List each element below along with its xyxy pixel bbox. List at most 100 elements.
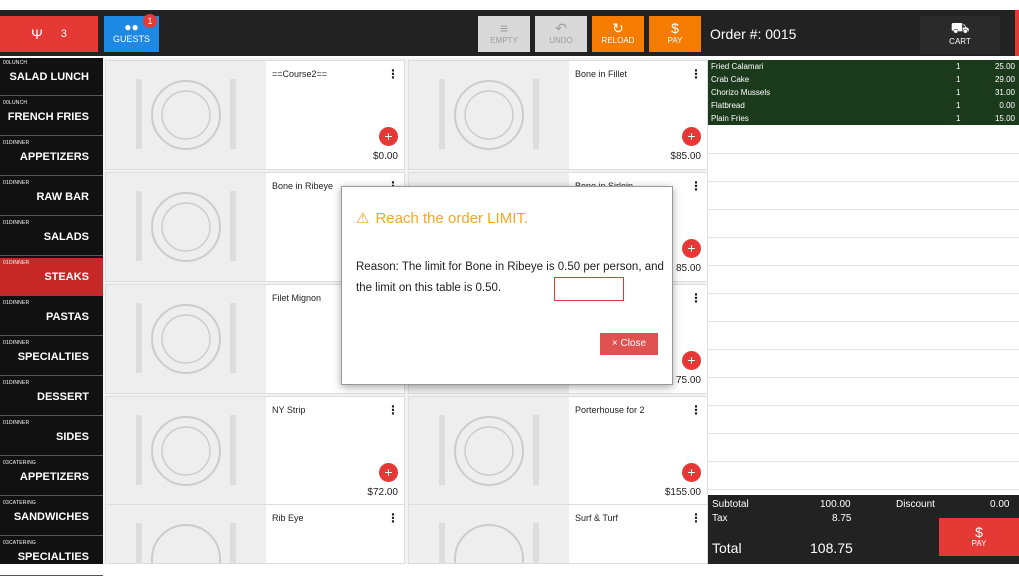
menu-tile[interactable]: Porterhouse for 2 ⋮ + $155.00 — [408, 396, 708, 506]
empty-row-divider — [708, 153, 1019, 154]
undo-icon: ↶ — [555, 20, 567, 36]
empty-row-divider — [708, 265, 1019, 266]
more-options-icon[interactable]: ⋮ — [690, 291, 702, 305]
menu-tile[interactable]: Bone in Fillet ⋮ + $85.00 — [408, 60, 708, 170]
category-group: 01DINNER — [3, 380, 30, 386]
empty-row-divider — [708, 293, 1019, 294]
empty-row-divider — [708, 405, 1019, 406]
more-options-icon[interactable]: ⋮ — [387, 511, 399, 525]
plate-placeholder-icon — [409, 397, 569, 505]
menu-item-name: Porterhouse for 2 — [575, 405, 645, 415]
order-line[interactable]: Crab Cake 1 29.00 — [708, 73, 1019, 86]
plate-placeholder-icon — [106, 505, 266, 576]
category-group: 01DINNER — [3, 140, 30, 146]
more-options-icon[interactable]: ⋮ — [690, 67, 702, 81]
order-line-price: 25.00 — [994, 62, 1015, 71]
order-line-qty: 1 — [956, 75, 961, 84]
order-line[interactable]: Plain Fries 1 15.00 — [708, 112, 1019, 125]
sidebar-item-salad-lunch[interactable]: 00LUNCH SALAD LUNCH — [0, 58, 103, 96]
category-group: 01DINNER — [3, 180, 30, 186]
discount-label: Discount — [896, 499, 935, 510]
menu-tile[interactable]: NY Strip ⋮ + $72.00 — [105, 396, 405, 506]
reload-button[interactable]: ↻ RELOAD — [592, 16, 644, 52]
order-line-qty: 1 — [956, 62, 961, 71]
top-pay-label: PAY — [667, 36, 683, 45]
top-bar: Ψ 3 ●● GUESTS 1 ≡ EMPTY ↶ UNDO ↻ RELOAD … — [0, 0, 1019, 58]
more-options-icon[interactable]: ⋮ — [387, 403, 399, 417]
reload-label: RELOAD — [601, 36, 635, 45]
sidebar-item-sandwiches[interactable]: 03CATERING SANDWICHES — [0, 498, 103, 536]
add-item-button[interactable]: + — [682, 239, 701, 258]
empty-button[interactable]: ≡ EMPTY — [478, 16, 530, 52]
sidebar-item-catering-appetizers[interactable]: 03CATERING APPETIZERS — [0, 458, 103, 496]
more-options-icon[interactable]: ⋮ — [690, 511, 702, 525]
sidebar-item-specialties[interactable]: 01DINNER SPECIALTIES — [0, 338, 103, 376]
empty-row-divider — [708, 321, 1019, 322]
add-item-button[interactable]: + — [682, 463, 701, 482]
sidebar-item-salads[interactable]: 01DINNER SALADS — [0, 218, 103, 256]
cart-button[interactable]: ⛟ CART — [920, 16, 1000, 54]
sidebar-item-dessert[interactable]: 01DINNER DESSERT — [0, 378, 103, 416]
order-line[interactable]: Flatbread 1 0.00 — [708, 99, 1019, 112]
order-line-name: Flatbread — [711, 101, 745, 110]
category-label: APPETIZERS — [19, 151, 89, 163]
order-header: Order #: 0015 ⛟ CART — [708, 10, 1019, 56]
warning-icon: ⚠ — [356, 210, 370, 227]
empty-row-divider — [708, 489, 1019, 490]
course-count-button[interactable]: Ψ 3 — [0, 16, 98, 52]
close-button[interactable]: × Close — [600, 333, 658, 355]
order-line-price: 0.00 — [999, 101, 1015, 110]
sidebar-item-pastas[interactable]: 01DINNER PASTAS — [0, 298, 103, 336]
top-pay-button[interactable]: $ PAY — [649, 16, 701, 52]
red-edge-strip — [1015, 10, 1019, 56]
add-item-button[interactable]: + — [379, 463, 398, 482]
menu-tile[interactable]: Rib Eye ⋮ — [105, 504, 405, 576]
empty-label: EMPTY — [490, 36, 518, 45]
plate-placeholder-icon — [106, 61, 266, 169]
empty-row-divider — [708, 349, 1019, 350]
menu-item-name: Bone in Ribeye — [272, 181, 334, 191]
plate-placeholder-icon — [106, 285, 266, 393]
more-options-icon[interactable]: ⋮ — [690, 403, 702, 417]
category-label: FRENCH FRIES — [7, 111, 89, 123]
add-item-button[interactable]: + — [682, 127, 701, 146]
category-group: 01DINNER — [3, 340, 30, 346]
category-group: 01DINNER — [3, 300, 30, 306]
order-line-name: Fried Calamari — [711, 62, 764, 71]
order-line-name: Plain Fries — [711, 114, 749, 123]
empty-row-divider — [708, 433, 1019, 434]
empty-row-divider — [708, 209, 1019, 210]
menu-tile[interactable]: Surf & Turf ⋮ — [408, 504, 708, 576]
fork-knife-icon: Ψ — [31, 26, 43, 42]
subtotal-value: 100.00 — [820, 499, 851, 510]
pay-label: PAY — [971, 539, 987, 548]
empty-row-divider — [708, 237, 1019, 238]
total-label: Total — [712, 540, 742, 556]
undo-button[interactable]: ↶ UNDO — [535, 16, 587, 52]
menu-tile[interactable]: ==Course2== ⋮ + $0.00 — [105, 60, 405, 170]
sidebar-item-sides[interactable]: 01DINNER SIDES — [0, 418, 103, 456]
empty-icon: ≡ — [499, 20, 509, 36]
guests-label: GUESTS — [112, 34, 150, 44]
sidebar-item-french-fries[interactable]: 00LUNCH FRENCH FRIES — [0, 98, 103, 136]
add-item-button[interactable]: + — [682, 351, 701, 370]
menu-item-price: $0.00 — [372, 151, 398, 162]
more-options-icon[interactable]: ⋮ — [690, 179, 702, 193]
sidebar-item-raw-bar[interactable]: 01DINNER RAW BAR — [0, 178, 103, 216]
category-label: SANDWICHES — [13, 511, 89, 523]
category-label: SPECIALTIES — [17, 351, 89, 363]
order-line[interactable]: Chorizo Mussels 1 31.00 — [708, 86, 1019, 99]
sidebar-item-steaks[interactable]: 01DINNER STEAKS — [0, 258, 103, 296]
add-item-button[interactable]: + — [379, 127, 398, 146]
category-group: 01DINNER — [3, 420, 30, 426]
order-line-qty: 1 — [956, 88, 961, 97]
order-panel: Fried Calamari 1 25.00 Crab Cake 1 29.00 Cho… — [708, 58, 1019, 564]
order-line-name: Crab Cake — [711, 75, 750, 84]
sidebar-item-appetizers[interactable]: 01DINNER APPETIZERS — [0, 138, 103, 176]
sidebar-item-catering-specialties[interactable]: 03CATERING SPECIALTIES — [0, 538, 103, 576]
more-options-icon[interactable]: ⋮ — [387, 67, 399, 81]
category-group: 03CATERING — [3, 460, 37, 466]
order-line[interactable]: Fried Calamari 1 25.00 — [708, 60, 1019, 73]
pay-button[interactable]: $ PAY — [939, 518, 1019, 556]
empty-row-divider — [708, 461, 1019, 462]
